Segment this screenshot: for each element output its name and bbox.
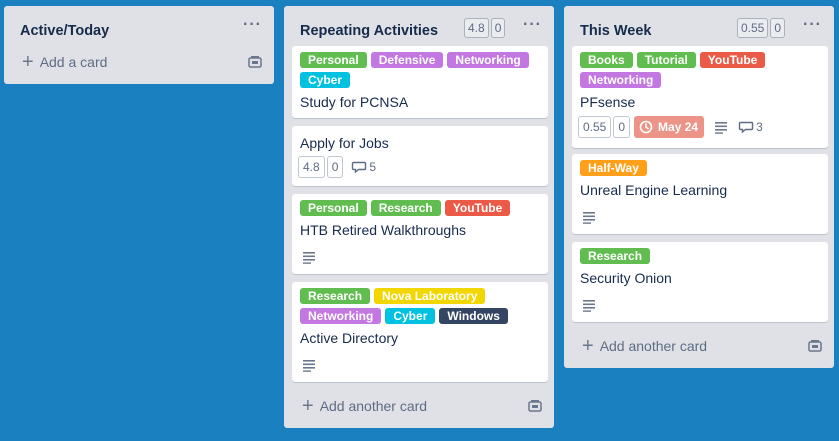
card-title: Unreal Engine Learning	[580, 182, 728, 198]
card-badges: 0.55 0 May 24 3	[578, 116, 763, 138]
list-header: This Week 0.55 0 ···	[564, 6, 834, 48]
card-badges: 4.8 0 5	[298, 156, 376, 178]
add-card-label: Add a card	[39, 54, 108, 70]
label-research[interactable]: Research	[370, 200, 441, 216]
comment-count: 3	[756, 120, 763, 134]
plus-icon: +	[582, 335, 594, 357]
card[interactable]: Books Tutorial YouTube Networking PFsens…	[572, 46, 828, 148]
card-template-icon[interactable]	[808, 339, 822, 353]
label-networking[interactable]: Networking	[300, 308, 382, 324]
card-title: Apply for Jobs	[300, 135, 389, 151]
label-youtube[interactable]: YouTube	[444, 200, 511, 216]
card-title: PFsense	[580, 94, 636, 110]
clock-icon	[639, 120, 653, 134]
label-windows[interactable]: Windows	[439, 308, 508, 324]
add-another-card-button[interactable]: + Add another card	[582, 335, 708, 357]
list-header: Active/Today ···	[4, 6, 274, 48]
label-nova-laboratory[interactable]: Nova Laboratory	[374, 288, 486, 304]
list-header-badges: 4.8 0	[464, 18, 506, 38]
label-youtube[interactable]: YouTube	[699, 52, 766, 68]
card-labels: Personal Defensive Networking Cyber	[300, 52, 536, 88]
label-half-way[interactable]: Half-Way	[580, 160, 647, 176]
due-date-badge[interactable]: May 24	[634, 116, 705, 138]
list-points-badge: 4.8	[464, 18, 489, 38]
card-title: Security Onion	[580, 270, 672, 286]
label-defensive[interactable]: Defensive	[370, 52, 444, 68]
comment-icon	[352, 161, 367, 174]
label-books[interactable]: Books	[580, 52, 633, 68]
points-badge: 0	[326, 156, 344, 178]
label-networking[interactable]: Networking	[447, 52, 529, 68]
card[interactable]: Research Nova Laboratory Networking Cybe…	[292, 282, 548, 382]
card-labels: Half-Way	[580, 160, 816, 176]
due-date-text: May 24	[658, 120, 699, 134]
card[interactable]: Personal Defensive Networking Cyber Stud…	[292, 46, 548, 118]
label-tutorial[interactable]: Tutorial	[636, 52, 696, 68]
card-template-icon[interactable]	[528, 399, 542, 413]
card-labels: Personal Research YouTube	[300, 200, 536, 216]
list-menu-icon[interactable]: ···	[523, 17, 542, 33]
label-research[interactable]: Research	[300, 288, 371, 304]
card-title: HTB Retired Walkthroughs	[300, 222, 466, 238]
card-labels: Books Tutorial YouTube Networking	[580, 52, 816, 88]
card[interactable]: Apply for Jobs 4.8 0 5	[292, 126, 548, 186]
list-points-badge: 0	[770, 18, 786, 38]
list-menu-icon[interactable]: ···	[243, 17, 262, 33]
list-title[interactable]: Active/Today	[20, 23, 109, 39]
label-cyber[interactable]: Cyber	[300, 72, 351, 88]
list-menu-icon[interactable]: ···	[803, 17, 822, 33]
description-icon	[303, 252, 315, 264]
label-personal[interactable]: Personal	[300, 200, 367, 216]
add-card-button[interactable]: + Add a card	[22, 51, 108, 73]
label-networking[interactable]: Networking	[580, 72, 662, 88]
label-personal[interactable]: Personal	[300, 52, 367, 68]
points-badge: 0	[613, 116, 631, 138]
card-template-icon[interactable]	[248, 55, 262, 69]
card-labels: Research Nova Laboratory Networking Cybe…	[300, 288, 536, 324]
card-title: Study for PCNSA	[300, 94, 409, 110]
plus-icon: +	[22, 51, 34, 73]
points-badge: 0.55	[578, 116, 612, 138]
list-this-week: This Week 0.55 0 ··· Books Tutorial YouT…	[564, 6, 834, 368]
card-title: Active Directory	[300, 330, 399, 346]
add-card-label: Add another card	[319, 398, 428, 414]
card[interactable]: Half-Way Unreal Engine Learning	[572, 154, 828, 234]
description-icon	[583, 300, 595, 312]
comment-icon	[738, 121, 754, 134]
points-badge: 4.8	[298, 156, 325, 178]
list-points-badge: 0.55	[737, 18, 769, 38]
list-active-today: Active/Today ··· + Add a card	[4, 6, 274, 84]
comment-count: 5	[369, 160, 377, 174]
list-title[interactable]: This Week	[580, 23, 651, 39]
add-another-card-button[interactable]: + Add another card	[302, 395, 428, 417]
label-research[interactable]: Research	[580, 248, 651, 264]
card-labels: Research	[580, 248, 816, 264]
plus-icon: +	[302, 395, 314, 417]
label-cyber[interactable]: Cyber	[385, 308, 436, 324]
list-header-badges: 0.55 0	[737, 18, 786, 38]
card[interactable]: Research Security Onion	[572, 242, 828, 322]
list-points-badge: 0	[490, 18, 506, 38]
card[interactable]: Personal Research YouTube HTB Retired Wa…	[292, 194, 548, 274]
description-icon	[583, 212, 595, 224]
description-icon	[715, 122, 728, 134]
list-repeating-activities: Repeating Activities 4.8 0 ··· Personal …	[284, 6, 554, 428]
list-title[interactable]: Repeating Activities	[300, 23, 438, 39]
list-header: Repeating Activities 4.8 0 ···	[284, 6, 554, 48]
description-icon	[303, 360, 315, 372]
add-card-label: Add another card	[599, 338, 708, 354]
